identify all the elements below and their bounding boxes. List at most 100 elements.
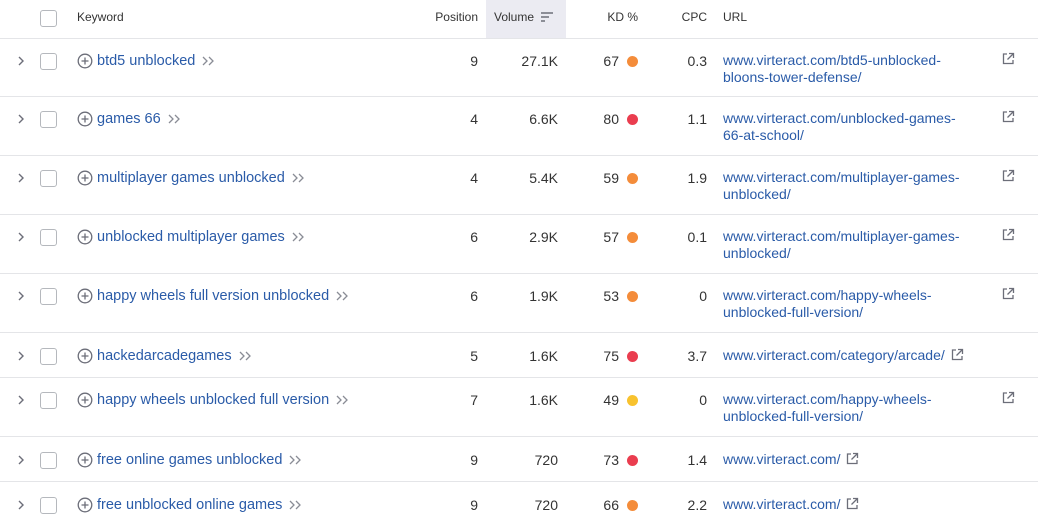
expand-chevron-icon[interactable]	[15, 454, 27, 466]
add-keyword-icon[interactable]	[77, 111, 93, 127]
keyword-link[interactable]: btd5 unblocked	[97, 53, 195, 69]
kd-cell: 80	[580, 111, 638, 127]
external-link-icon[interactable]	[845, 497, 859, 511]
external-link-icon[interactable]	[1001, 52, 1015, 66]
volume-value: 1.6K	[529, 348, 558, 364]
add-keyword-icon[interactable]	[77, 392, 93, 408]
external-link-icon[interactable]	[1001, 110, 1015, 124]
keyword-link[interactable]: games 66	[97, 111, 161, 127]
add-keyword-icon[interactable]	[77, 53, 93, 69]
external-link-icon[interactable]	[1001, 287, 1015, 301]
kd-difficulty-dot	[627, 290, 638, 302]
position-value: 6	[470, 229, 478, 245]
keyword-link[interactable]: happy wheels unblocked full version	[97, 392, 329, 408]
kd-value: 80	[603, 111, 619, 127]
position-value: 4	[470, 111, 478, 127]
add-keyword-icon[interactable]	[77, 288, 93, 304]
position-value: 9	[470, 452, 478, 468]
url-link[interactable]: www.virteract.com/	[723, 496, 993, 513]
expand-chevron-icon[interactable]	[15, 350, 27, 362]
external-link-icon[interactable]	[1001, 169, 1015, 183]
keyword-overview-icon[interactable]	[288, 454, 302, 466]
table-row: free unblocked online games 9 720 66 2.2 www.…	[0, 482, 1038, 518]
url-link[interactable]: www.virteract.com/happy-wheels-unblocked…	[723, 287, 993, 321]
row-checkbox[interactable]	[40, 288, 57, 305]
column-header-cpc[interactable]: CPC	[660, 0, 707, 38]
keyword-link[interactable]: hackedarcadegames	[97, 348, 232, 364]
column-header-volume[interactable]: Volume	[486, 0, 566, 38]
row-checkbox[interactable]	[40, 229, 57, 246]
url-link[interactable]: www.virteract.com/multiplayer-games-unbl…	[723, 228, 993, 262]
add-keyword-icon[interactable]	[77, 229, 93, 245]
position-value: 4	[470, 170, 478, 186]
table-header: Keyword Position Volume KD % CPC URL	[0, 0, 1038, 39]
kd-cell: 57	[580, 229, 638, 245]
expand-chevron-icon[interactable]	[15, 290, 27, 302]
url-link[interactable]: www.virteract.com/btd5-unblocked-bloons-…	[723, 52, 993, 86]
expand-chevron-icon[interactable]	[15, 394, 27, 406]
expand-chevron-icon[interactable]	[15, 499, 27, 511]
column-header-kd[interactable]: KD %	[580, 0, 638, 38]
url-link[interactable]: www.virteract.com/	[723, 451, 993, 468]
keyword-overview-icon[interactable]	[167, 113, 181, 125]
row-checkbox[interactable]	[40, 392, 57, 409]
expand-chevron-icon[interactable]	[15, 231, 27, 243]
kd-difficulty-dot	[627, 55, 638, 67]
add-keyword-icon[interactable]	[77, 348, 93, 364]
add-keyword-icon[interactable]	[77, 452, 93, 468]
cpc-value: 3.7	[687, 348, 707, 364]
kd-cell: 67	[580, 53, 638, 69]
keyword-link[interactable]: free unblocked online games	[97, 497, 282, 513]
keyword-overview-icon[interactable]	[291, 172, 305, 184]
column-header-keyword[interactable]: Keyword	[77, 0, 124, 38]
row-checkbox[interactable]	[40, 452, 57, 469]
url-link[interactable]: www.virteract.com/multiplayer-games-unbl…	[723, 169, 993, 203]
column-header-position[interactable]: Position	[420, 0, 478, 38]
expand-chevron-icon[interactable]	[15, 55, 27, 67]
table-row: multiplayer games unblocked 4 5.4K 59 1.9 www…	[0, 156, 1038, 215]
expand-chevron-icon[interactable]	[15, 113, 27, 125]
row-checkbox[interactable]	[40, 53, 57, 70]
row-checkbox[interactable]	[40, 497, 57, 514]
add-keyword-icon[interactable]	[77, 170, 93, 186]
keyword-overview-icon[interactable]	[238, 350, 252, 362]
keyword-link[interactable]: unblocked multiplayer games	[97, 229, 285, 245]
row-checkbox[interactable]	[40, 348, 57, 365]
position-value: 6	[470, 288, 478, 304]
keyword-link[interactable]: free online games unblocked	[97, 452, 282, 468]
keyword-overview-icon[interactable]	[288, 499, 302, 511]
external-link-icon[interactable]	[1001, 228, 1015, 242]
external-link-icon[interactable]	[1001, 391, 1015, 405]
url-line: www.virteract.com/multiplayer-games-	[723, 228, 960, 244]
kd-cell: 53	[580, 288, 638, 304]
row-checkbox[interactable]	[40, 111, 57, 128]
row-checkbox[interactable]	[40, 170, 57, 187]
add-keyword-icon[interactable]	[77, 497, 93, 513]
url-line: unblocked-full-version/	[723, 304, 864, 320]
keyword-link[interactable]: multiplayer games unblocked	[97, 170, 285, 186]
expand-chevron-icon[interactable]	[15, 172, 27, 184]
kd-cell: 75	[580, 348, 638, 364]
keyword-overview-icon[interactable]	[201, 55, 215, 67]
keyword-overview-icon[interactable]	[291, 231, 305, 243]
url-link[interactable]: www.virteract.com/category/arcade/	[723, 347, 993, 364]
cpc-value: 1.1	[687, 111, 707, 127]
kd-difficulty-dot	[627, 394, 638, 406]
select-all-checkbox[interactable]	[40, 10, 57, 27]
keyword-overview-icon[interactable]	[335, 290, 349, 302]
kd-cell: 59	[580, 170, 638, 186]
column-header-url[interactable]: URL	[723, 0, 747, 38]
url-link[interactable]: www.virteract.com/unblocked-games- 66-at-…	[723, 110, 993, 144]
keyword-overview-icon[interactable]	[335, 394, 349, 406]
kd-value: 66	[603, 497, 619, 513]
keyword-link[interactable]: happy wheels full version unblocked	[97, 288, 329, 304]
url-line: unblocked-full-version/	[723, 408, 864, 424]
kd-difficulty-dot	[627, 454, 638, 466]
url-link[interactable]: www.virteract.com/happy-wheels-unblocked…	[723, 391, 993, 425]
external-link-icon[interactable]	[950, 348, 964, 362]
external-link-icon[interactable]	[845, 452, 859, 466]
keyword-cell: happy wheels unblocked full version	[77, 391, 349, 409]
url-line: www.virteract.com/category/arcade/	[723, 347, 945, 363]
kd-cell: 73	[580, 452, 638, 468]
keyword-cell: free online games unblocked	[77, 451, 302, 469]
